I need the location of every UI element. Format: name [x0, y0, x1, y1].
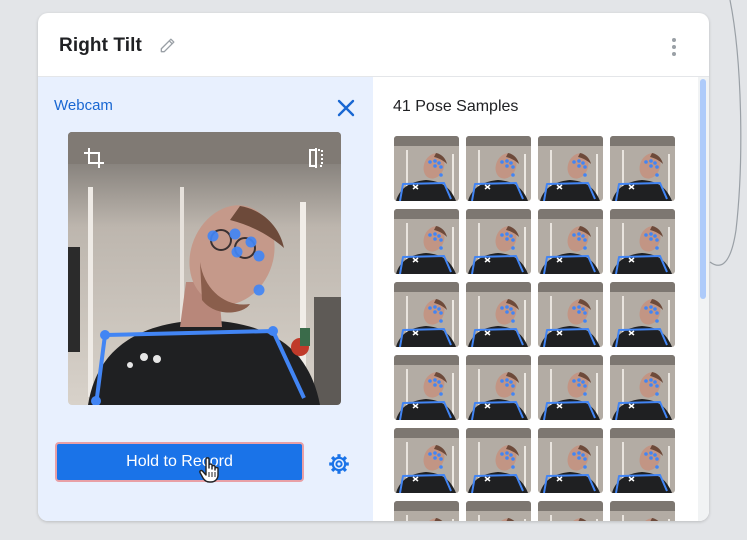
webcam-preview — [68, 132, 341, 405]
pose-sample-thumbnail[interactable] — [394, 209, 459, 274]
flip-icon[interactable] — [304, 146, 328, 170]
pose-sample-thumbnail[interactable] — [394, 428, 459, 493]
pencil-icon[interactable] — [158, 35, 178, 55]
pose-sample-thumbnail[interactable] — [394, 282, 459, 347]
pose-sample-image — [538, 209, 603, 274]
pose-sample-image — [466, 501, 531, 521]
gear-icon[interactable] — [327, 452, 351, 476]
pose-sample-image — [538, 428, 603, 493]
pose-sample-image — [394, 501, 459, 521]
pose-sample-thumbnail[interactable] — [466, 209, 531, 274]
samples-count-label: 41 Pose Samples — [393, 98, 519, 115]
card-header: Right Tilt — [38, 13, 709, 77]
pose-sample-thumbnail[interactable] — [394, 501, 459, 521]
more-vert-icon[interactable] — [668, 35, 680, 59]
pose-sample-image — [466, 136, 531, 201]
pose-sample-thumbnail[interactable] — [538, 282, 603, 347]
pose-sample-image — [466, 209, 531, 274]
pose-sample-image — [610, 209, 675, 274]
pose-sample-thumbnail[interactable] — [466, 355, 531, 420]
pose-sample-image — [394, 428, 459, 493]
pose-sample-image — [538, 136, 603, 201]
pose-sample-image — [394, 282, 459, 347]
pose-sample-thumbnail[interactable] — [610, 501, 675, 521]
pose-sample-thumbnail[interactable] — [538, 209, 603, 274]
scrollbar-thumb[interactable] — [700, 79, 706, 299]
pose-sample-image — [394, 209, 459, 274]
samples-panel: 41 Pose Samples — [373, 77, 709, 521]
pose-sample-image — [610, 136, 675, 201]
crop-icon[interactable] — [82, 146, 106, 170]
hand-cursor-icon — [199, 457, 219, 483]
pose-sample-image — [610, 282, 675, 347]
pose-sample-image — [538, 282, 603, 347]
pose-sample-thumbnail[interactable] — [538, 355, 603, 420]
pose-sample-thumbnail[interactable] — [538, 136, 603, 201]
pose-sample-thumbnail[interactable] — [538, 501, 603, 521]
pose-sample-image — [466, 355, 531, 420]
pose-sample-image — [466, 282, 531, 347]
pose-sample-thumbnail[interactable] — [466, 428, 531, 493]
pose-sample-thumbnail[interactable] — [610, 355, 675, 420]
pose-sample-thumbnail[interactable] — [610, 282, 675, 347]
pose-sample-image — [610, 355, 675, 420]
pose-sample-image — [610, 501, 675, 521]
pose-sample-thumbnail[interactable] — [610, 136, 675, 201]
pose-sample-image — [538, 501, 603, 521]
pose-sample-image — [466, 428, 531, 493]
webcam-frame — [68, 132, 341, 405]
hold-to-record-button[interactable]: Hold to Record — [55, 442, 304, 482]
pose-sample-thumbnail[interactable] — [466, 136, 531, 201]
pose-sample-thumbnail[interactable] — [610, 209, 675, 274]
pose-sample-thumbnail[interactable] — [466, 501, 531, 521]
pose-sample-image — [610, 428, 675, 493]
sample-grid — [394, 136, 679, 521]
pose-sample-image — [394, 136, 459, 201]
class-title[interactable]: Right Tilt — [59, 35, 142, 57]
pose-sample-image — [538, 355, 603, 420]
pose-sample-thumbnail[interactable] — [394, 136, 459, 201]
pose-sample-thumbnail[interactable] — [610, 428, 675, 493]
close-icon[interactable] — [335, 97, 357, 119]
class-card: Right Tilt Webcam Hold to Record 41 Pose… — [38, 13, 709, 521]
pose-sample-thumbnail[interactable] — [466, 282, 531, 347]
pose-sample-thumbnail[interactable] — [394, 355, 459, 420]
pose-sample-image — [394, 355, 459, 420]
webcam-panel: Webcam Hold to Record — [38, 77, 373, 521]
webcam-label: Webcam — [54, 97, 113, 114]
pose-sample-thumbnail[interactable] — [538, 428, 603, 493]
